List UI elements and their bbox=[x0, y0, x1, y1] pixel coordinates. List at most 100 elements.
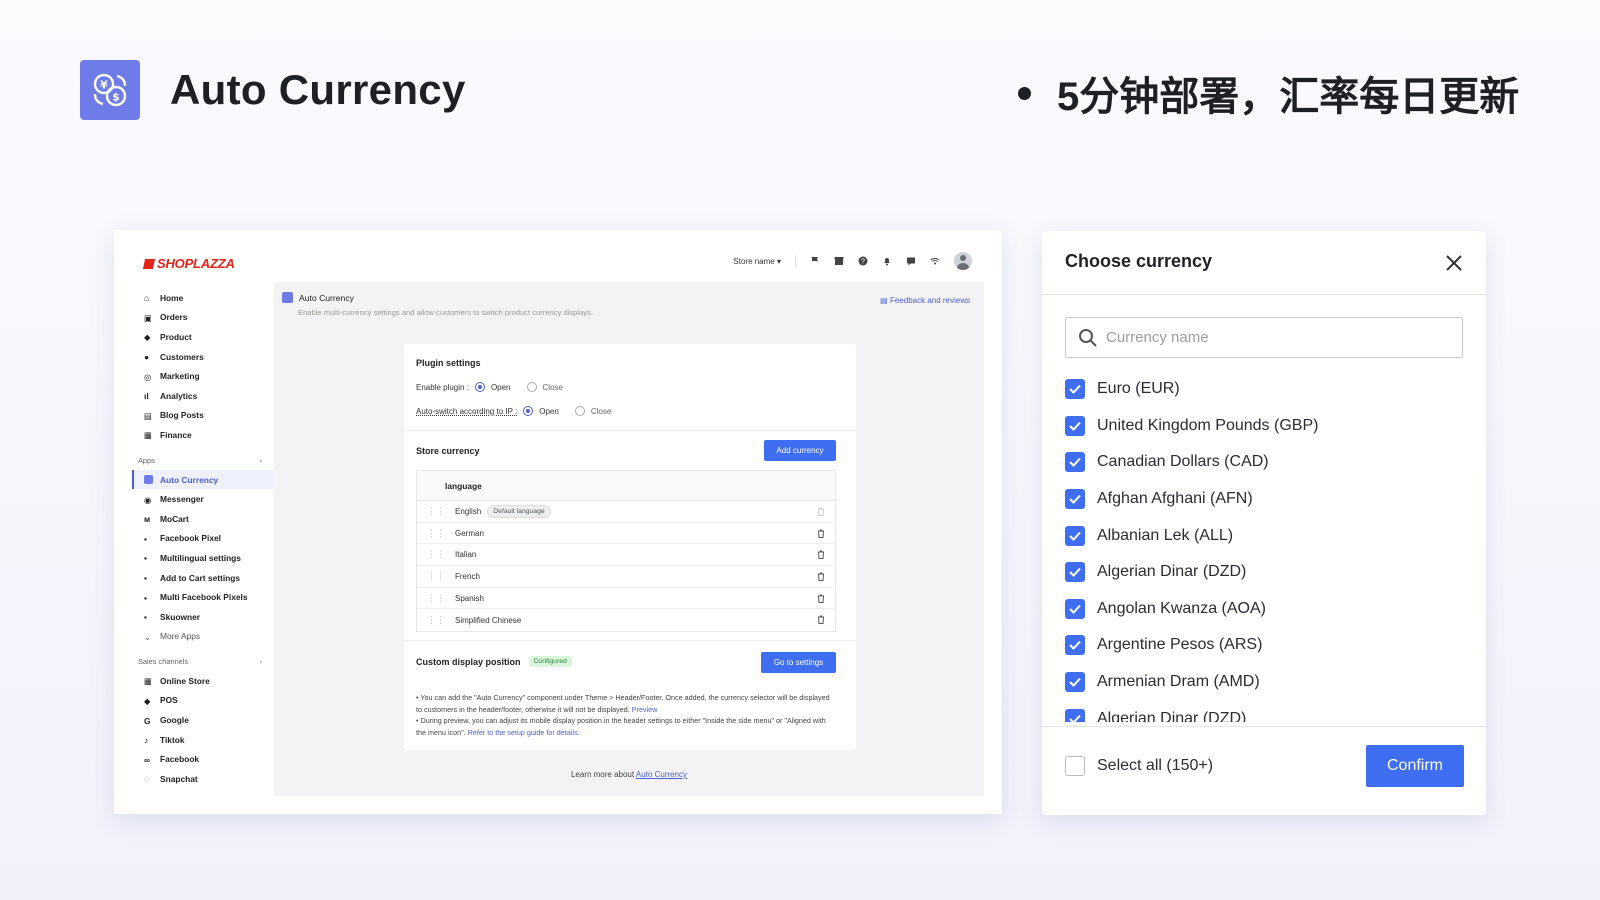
drag-handle-icon[interactable]: ⋮⋮ bbox=[427, 549, 445, 560]
sidebar-item-blog-posts[interactable]: ▤ Blog Posts bbox=[132, 406, 274, 426]
list-item[interactable]: Argentine Pesos (ARS) bbox=[1065, 627, 1465, 664]
checkbox-checked[interactable] bbox=[1065, 598, 1085, 619]
select-all[interactable]: Select all (150+) bbox=[1065, 756, 1213, 776]
trash-icon[interactable] bbox=[817, 594, 825, 603]
configured-badge: Configured bbox=[528, 656, 572, 667]
learn-more-link[interactable]: Auto Currency bbox=[636, 770, 687, 779]
list-item[interactable]: Armenian Dram (AMD) bbox=[1065, 664, 1465, 701]
sidebar-item-mocart[interactable]: ᴍ MoCart bbox=[132, 509, 274, 529]
table-row[interactable]: ⋮⋮ Italian bbox=[417, 544, 835, 567]
sidebar-item-google[interactable]: G Google bbox=[132, 710, 274, 730]
checkbox-checked[interactable] bbox=[1065, 708, 1085, 722]
table-row[interactable]: ⋮⋮ French bbox=[417, 566, 835, 588]
sidebar-item-home[interactable]: ⌂ Home bbox=[132, 288, 274, 308]
checkbox-checked[interactable] bbox=[1065, 562, 1085, 583]
divider bbox=[404, 430, 856, 431]
divider bbox=[1042, 294, 1486, 295]
list-item[interactable]: United Kingdom Pounds (GBP) bbox=[1065, 408, 1465, 445]
more-apps[interactable]: ⌄ More Apps bbox=[132, 627, 274, 647]
confirm-button[interactable]: Confirm bbox=[1366, 745, 1464, 787]
trash-icon[interactable] bbox=[817, 572, 825, 582]
store-currency-title: Store currency bbox=[416, 446, 480, 456]
message-icon[interactable] bbox=[906, 256, 916, 266]
drag-handle-icon[interactable]: ⋮⋮ bbox=[427, 506, 445, 517]
sidebar-item-customers[interactable]: ● Customers bbox=[132, 347, 274, 367]
mocart-icon: ᴍ bbox=[144, 514, 151, 525]
list-item[interactable]: Algerian Dinar (DZD) bbox=[1065, 700, 1465, 722]
store-icon[interactable] bbox=[834, 256, 844, 266]
sidebar-item-tiktok[interactable]: ♪ Tiktok bbox=[132, 730, 274, 750]
sales-channels-section[interactable]: Sales channels › bbox=[132, 652, 274, 671]
list-item[interactable]: Algerian Dinar (DZD) bbox=[1065, 554, 1465, 591]
feedback-link[interactable]: ▤ Feedback and reviews bbox=[880, 296, 970, 305]
sidebar-item-marketing[interactable]: ◎ Marketing bbox=[132, 366, 274, 386]
list-item[interactable]: Albanian Lek (ALL) bbox=[1065, 517, 1465, 554]
select-all-checkbox[interactable] bbox=[1065, 756, 1085, 776]
trash-icon[interactable] bbox=[817, 507, 825, 516]
table-row[interactable]: ⋮⋮ English Default language bbox=[417, 501, 835, 523]
sidebar-item-finance[interactable]: ▦ Finance bbox=[132, 425, 274, 445]
currency-app-icon bbox=[282, 292, 293, 303]
sidebar-item-analytics[interactable]: ıl Analytics bbox=[132, 386, 274, 406]
checkbox-checked[interactable] bbox=[1065, 525, 1085, 546]
feedback-icon: ▤ bbox=[880, 296, 890, 305]
sidebar-item-orders[interactable]: ▣ Orders bbox=[132, 308, 274, 328]
drag-handle-icon[interactable]: ⋮⋮ bbox=[427, 571, 445, 582]
apps-section[interactable]: Apps › bbox=[132, 451, 274, 470]
sidebar-item-facebook-pixel[interactable]: ▪ Facebook Pixel bbox=[132, 529, 274, 549]
checkbox-checked[interactable] bbox=[1065, 489, 1085, 510]
bell-icon[interactable] bbox=[882, 256, 892, 266]
sidebar-item-multilingual[interactable]: ▪ Multilingual settings bbox=[132, 548, 274, 568]
sidebar-item-product[interactable]: ◆ Product bbox=[132, 327, 274, 347]
enable-open-radio[interactable] bbox=[474, 382, 485, 392]
store-selector[interactable]: Store name ▾ bbox=[733, 257, 781, 266]
brand-logo[interactable]: SHOPLAZZA bbox=[142, 256, 235, 271]
table-row[interactable]: ⋮⋮ Spanish bbox=[417, 588, 835, 610]
check-icon bbox=[1069, 531, 1081, 541]
add-currency-button[interactable]: Add currency bbox=[764, 440, 836, 461]
sidebar-item-facebook[interactable]: ∞ Facebook bbox=[132, 749, 274, 769]
list-item[interactable]: Afghan Afghani (AFN) bbox=[1065, 481, 1465, 518]
table-row[interactable]: ⋮⋮ German bbox=[417, 523, 835, 545]
sidebar-item-snapchat[interactable]: ◌ Snapchat bbox=[132, 769, 274, 789]
check-icon bbox=[1069, 714, 1081, 722]
close-icon[interactable] bbox=[1444, 253, 1464, 273]
checkbox-checked[interactable] bbox=[1065, 452, 1085, 473]
checkbox-checked[interactable] bbox=[1065, 415, 1085, 436]
go-to-settings-button[interactable]: Go to settings bbox=[761, 652, 836, 673]
list-item[interactable]: Canadian Dollars (CAD) bbox=[1065, 444, 1465, 481]
preview-link[interactable]: Preview bbox=[632, 705, 658, 714]
trash-icon[interactable] bbox=[817, 529, 825, 538]
sidebar-item-auto-currency[interactable]: Auto Currency bbox=[132, 469, 274, 490]
drag-handle-icon[interactable]: ⋮⋮ bbox=[427, 593, 445, 604]
drag-handle-icon[interactable]: ⋮⋮ bbox=[427, 528, 445, 539]
sidebar-item-messenger[interactable]: ◉ Messenger bbox=[132, 489, 274, 509]
ip-close-radio[interactable] bbox=[574, 406, 585, 416]
list-item[interactable]: Angolan Kwanza (AOA) bbox=[1065, 591, 1465, 628]
sidebar-item-multi-facebook-pixels[interactable]: ▪ Multi Facebook Pixels bbox=[132, 587, 274, 607]
table-row[interactable]: ⋮⋮ Simplified Chinese bbox=[417, 609, 835, 631]
drag-handle-icon[interactable]: ⋮⋮ bbox=[427, 615, 445, 626]
checkbox-checked[interactable] bbox=[1065, 672, 1085, 693]
search-input[interactable] bbox=[1106, 329, 1436, 346]
sidebar-item-pos[interactable]: ◆ POS bbox=[132, 691, 274, 711]
sidebar-item-online-store[interactable]: ▦ Online Store bbox=[132, 671, 274, 691]
sidebar-item-add-to-cart[interactable]: ▪ Add to Cart settings bbox=[132, 568, 274, 588]
checkbox-checked[interactable] bbox=[1065, 635, 1085, 656]
search-field[interactable] bbox=[1065, 317, 1463, 358]
choose-currency-modal: Choose currency Euro (EUR) United Kingdo… bbox=[1042, 231, 1486, 815]
flag-icon[interactable] bbox=[810, 256, 820, 266]
wifi-icon[interactable] bbox=[930, 256, 940, 266]
language-icon: ▪ bbox=[144, 553, 147, 564]
checkbox-checked[interactable] bbox=[1065, 379, 1085, 400]
trash-icon[interactable] bbox=[817, 615, 825, 625]
help-icon[interactable]: ? bbox=[858, 256, 868, 266]
ip-open-radio[interactable] bbox=[523, 406, 534, 416]
setup-guide-link[interactable]: Refer to the setup guide for details. bbox=[468, 728, 580, 737]
avatar[interactable] bbox=[954, 252, 972, 270]
currency-exchange-icon: ¥ $ bbox=[93, 73, 127, 107]
trash-icon[interactable] bbox=[817, 550, 825, 560]
enable-close-radio[interactable] bbox=[526, 382, 537, 392]
list-item[interactable]: Euro (EUR) bbox=[1065, 371, 1465, 408]
sidebar-item-skuowner[interactable]: ▪ Skuowner bbox=[132, 607, 274, 627]
